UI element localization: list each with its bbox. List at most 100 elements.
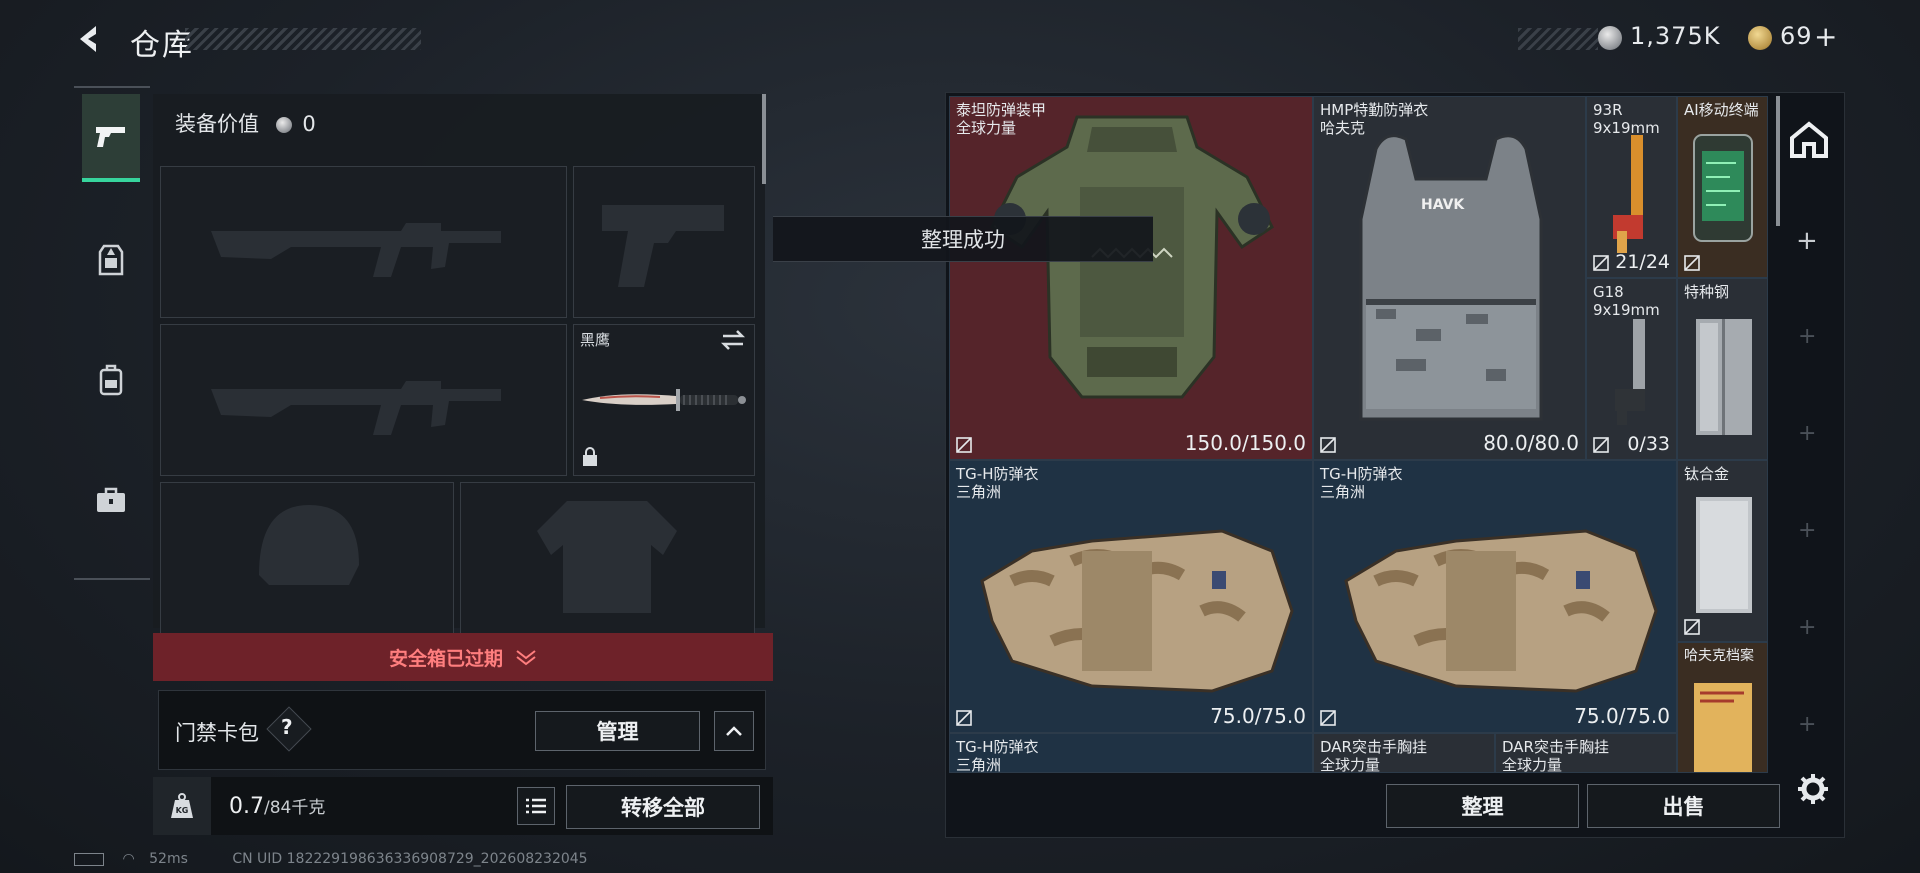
locked-stash-tab[interactable]: + [1798,615,1816,640]
uid-text: CN UID 1822291986363369087​29_2026082320… [232,851,588,867]
pistol-silhouette-icon [602,205,724,287]
gold-coin-icon [1748,26,1772,50]
stash-item-havk-file[interactable]: 哈夫克档案 [1677,642,1768,773]
plate-carrier-icon: HAVK [1359,134,1543,421]
stash-item-titan-armor[interactable]: 泰坦防弹装甲 全球力量 150.0/150.0 [949,96,1313,460]
stash-home-icon[interactable] [1788,120,1830,164]
manage-button[interactable]: 管理 [535,711,700,751]
nav-item-weapons[interactable] [82,94,140,182]
weight-current: 0.7 [229,794,264,819]
melee-slot[interactable]: 黑鹰 [573,324,755,476]
sort-success-toast: 整理成功 [773,216,1153,262]
stash-item-dar-rig[interactable]: DAR突击手胸挂 全球力量 [1313,733,1495,773]
stash-item-tgh-vest-2[interactable]: TG-H防弹衣 三角洲 75.0/75.0 [1313,460,1677,733]
equipment-scrollbar[interactable] [762,94,766,184]
steel-plate-icon [1696,319,1752,435]
no-insurance-icon [1593,255,1609,271]
no-insurance-icon [1593,437,1609,453]
item-durability: 150.0/150.0 [1184,431,1306,455]
nav-item-case[interactable] [82,458,140,542]
wifi-icon: ◠ [122,851,135,867]
transfer-all-button[interactable]: 转移全部 [566,785,760,829]
item-name: 93R 9x19mm [1593,101,1660,137]
item-name: 钛合金 [1684,465,1730,483]
locked-stash-tab[interactable]: + [1798,712,1816,737]
item-name: 特种钢 [1684,283,1730,301]
list-view-button[interactable] [517,787,555,825]
lock-icon [582,447,598,471]
weight-kg-icon: KG [153,777,211,835]
item-ammo: 0/33 [1627,433,1670,455]
status-bar: ◠ 52ms CN UID 1822291986363369087​29_202… [74,851,588,867]
item-name: DAR突击手胸挂 全球力量 [1502,738,1609,773]
item-name: 哈夫克档案 [1684,648,1754,664]
add-currency-button[interactable]: + [1814,20,1838,53]
swap-icon[interactable] [720,329,746,355]
card-pack-label: 门禁卡包 [175,721,259,745]
item-durability: 75.0/75.0 [1574,704,1670,728]
document-folder-icon [1694,683,1752,772]
chevron-up-icon [726,726,742,736]
armor-slot[interactable] [460,482,755,634]
item-name: G18 9x19mm [1593,283,1660,319]
safebox-expired-banner[interactable]: 安全箱已过期 [153,633,773,681]
item-name: TG-H防弹衣 三角洲 [956,465,1039,501]
stash-item-dar-rig-2[interactable]: DAR突击手胸挂 全球力量 [1495,733,1677,773]
battery-icon [74,852,104,866]
toast-text: 整理成功 [921,228,1005,252]
item-durability: 75.0/75.0 [1210,704,1306,728]
stash-item-special-steel[interactable]: 特种钢 [1677,278,1768,460]
locked-stash-tab[interactable]: + [1798,421,1816,446]
locked-stash-tab[interactable]: + [1798,518,1816,543]
add-stash-tab-button[interactable]: + [1796,226,1818,256]
currency-decoration [1518,28,1598,50]
melee-name: 黑鹰 [580,331,611,349]
pistol-item-icon [1615,319,1645,425]
ping-text: 52ms [149,851,188,867]
back-arrow-icon[interactable] [74,22,108,56]
backpack-icon [99,364,123,396]
silver-amount: 1,375K [1630,22,1721,50]
stash-scrollbar[interactable] [1776,96,1780,226]
stash-item-hmp-vest[interactable]: HMP特勤防弹衣 哈夫克 HAVK 80.0/80.0 [1313,96,1586,460]
silver-coin-icon [275,117,292,133]
desert-vest-icon [980,529,1294,693]
no-insurance-icon [956,437,972,453]
briefcase-icon [97,487,125,512]
chevron-down-icon [516,650,536,666]
terminal-device-icon [1693,134,1753,242]
item-name: AI移动终端 [1684,101,1759,119]
helmet-slot[interactable] [160,482,454,634]
svg-text:KG: KG [176,806,189,815]
safebox-expired-text: 安全箱已过期 [388,647,503,670]
sort-button[interactable]: 整理 [1386,784,1579,828]
stash-item-ai-terminal[interactable]: AI移动终端 [1677,96,1768,278]
stash-item-titanium[interactable]: 钛合金 [1677,460,1768,642]
armor-silhouette-icon [537,501,677,613]
primary-weapon-slot[interactable] [160,166,567,318]
pistol-icon [96,127,125,147]
settings-gear-icon[interactable] [1796,772,1830,810]
stash-item-tgh-vest[interactable]: TG-H防弹衣 三角洲 75.0/75.0 [949,460,1313,733]
title-decoration [185,28,421,50]
sell-button[interactable]: 出售 [1587,784,1780,828]
nav-item-backpack[interactable] [82,338,140,422]
equipment-value-label: 装备价值 0 [175,112,316,136]
titanium-plate-icon [1696,497,1752,613]
no-insurance-icon [1320,710,1336,726]
collapse-button[interactable] [714,711,754,751]
weight-max: /84千克 [264,798,326,818]
nav-item-chest-rig[interactable] [82,218,140,302]
stash-item-tgh-vest-3[interactable]: TG-H防弹衣 三角洲 [949,733,1313,773]
locked-stash-tab[interactable]: + [1798,324,1816,349]
pistol-slot[interactable] [573,166,755,318]
weight-bar: KG 0.7/84千克 转移全部 [153,777,773,835]
no-insurance-icon [1684,619,1700,635]
help-mark: ? [281,715,293,739]
stash-item-g18[interactable]: G18 9x19mm 0/33 [1586,278,1677,460]
no-insurance-icon [956,710,972,726]
secondary-weapon-slot[interactable] [160,324,567,476]
no-insurance-icon [1684,255,1700,271]
stash-item-93r[interactable]: 93R 9x19mm 21/24 [1586,96,1677,278]
heavy-armor-icon [990,115,1274,399]
